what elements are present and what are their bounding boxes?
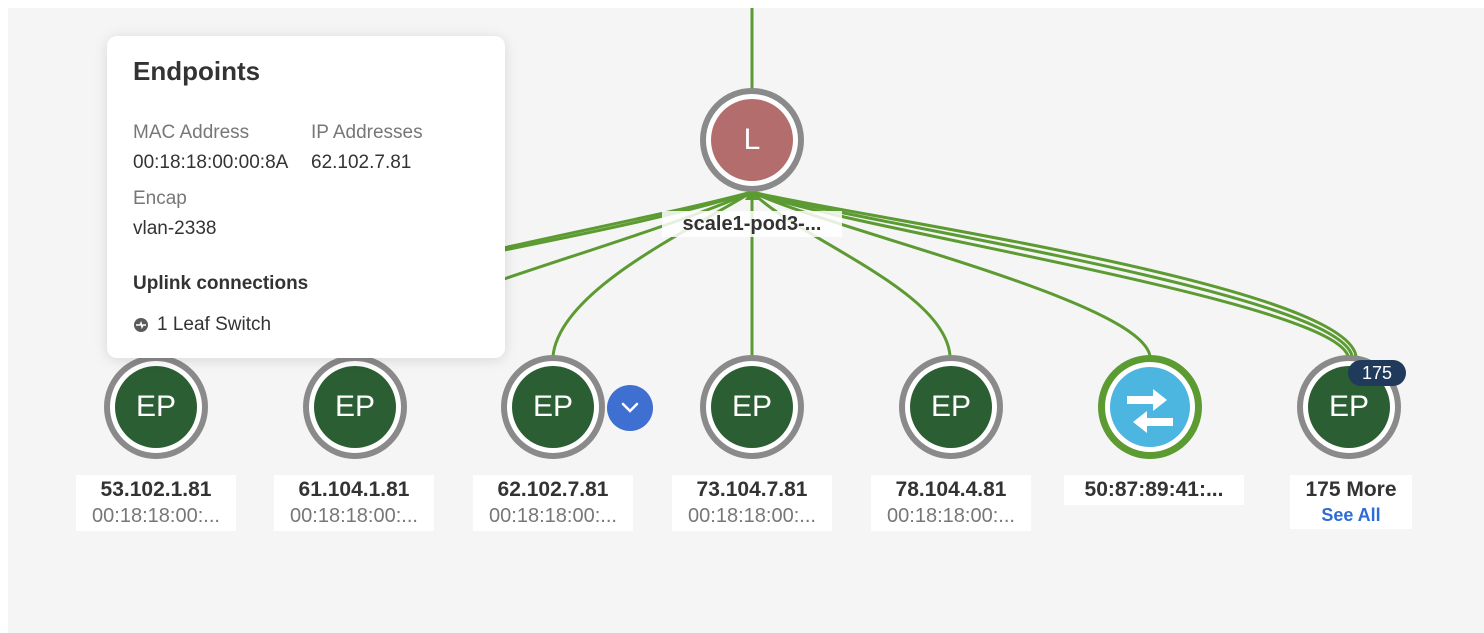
switch-mac: 50:87:89:41:... bbox=[1084, 478, 1224, 501]
encap-value: vlan-2338 bbox=[133, 218, 217, 239]
endpoint-mac: 00:18:18:00:... bbox=[290, 505, 418, 527]
leaf-node[interactable]: L bbox=[700, 88, 804, 192]
switch-node[interactable] bbox=[1098, 355, 1202, 459]
endpoint-mac: 00:18:18:00:... bbox=[489, 505, 617, 527]
endpoint-tooltip: Endpoints MAC Address IP Addresses 00:18… bbox=[107, 36, 505, 358]
mac-address-value: 00:18:18:00:00:8A bbox=[133, 152, 289, 173]
endpoint-ip: 78.104.4.81 bbox=[895, 478, 1007, 501]
endpoint-glyph: EP bbox=[910, 366, 992, 448]
count-badge: 175 bbox=[1348, 360, 1406, 386]
endpoint-ip: 61.104.1.81 bbox=[298, 478, 410, 501]
switch-label[interactable]: 50:87:89:41:... bbox=[1064, 475, 1244, 505]
endpoint-node[interactable]: EP bbox=[700, 355, 804, 459]
uplink-connection-row: 1 Leaf Switch bbox=[133, 314, 271, 336]
endpoint-ip: 62.102.7.81 bbox=[497, 478, 609, 501]
endpoint-label[interactable]: 62.102.7.81 00:18:18:00:... bbox=[473, 475, 633, 531]
more-count-label: 175 More bbox=[1305, 478, 1397, 501]
ip-address-value: 62.102.7.81 bbox=[311, 152, 412, 173]
endpoint-node[interactable]: EP bbox=[303, 355, 407, 459]
endpoint-ip: 73.104.7.81 bbox=[696, 478, 808, 501]
endpoint-mac: 00:18:18:00:... bbox=[887, 505, 1015, 527]
expand-button[interactable] bbox=[607, 385, 653, 431]
ip-addresses-label: IP Addresses bbox=[311, 122, 423, 143]
switch-node-core bbox=[1110, 367, 1190, 447]
endpoint-ip: 53.102.1.81 bbox=[100, 478, 212, 501]
endpoint-glyph: EP bbox=[314, 366, 396, 448]
leaf-node-letter: L bbox=[711, 99, 793, 181]
mac-address-label: MAC Address bbox=[133, 122, 250, 143]
endpoint-glyph: EP bbox=[115, 366, 197, 448]
see-all-link[interactable]: See All bbox=[1294, 503, 1408, 527]
chevron-down-icon bbox=[621, 402, 639, 413]
uplink-connections-title: Uplink connections bbox=[133, 273, 309, 294]
endpoint-node[interactable]: EP bbox=[899, 355, 1003, 459]
switch-arrows-icon bbox=[1127, 389, 1173, 433]
tooltip-title: Endpoints bbox=[133, 56, 261, 86]
endpoint-label[interactable]: 78.104.4.81 00:18:18:00:... bbox=[871, 475, 1031, 531]
more-label: 175 More See All bbox=[1290, 475, 1412, 529]
endpoint-glyph: EP bbox=[711, 366, 793, 448]
leaf-switch-icon bbox=[134, 318, 148, 332]
endpoint-node[interactable]: EP bbox=[104, 355, 208, 459]
endpoint-glyph: EP bbox=[512, 366, 594, 448]
leaf-node-label[interactable]: scale1-pod3-... bbox=[662, 211, 842, 237]
endpoint-label[interactable]: 73.104.7.81 00:18:18:00:... bbox=[672, 475, 832, 531]
encap-label: Encap bbox=[133, 188, 187, 209]
endpoint-label[interactable]: 61.104.1.81 00:18:18:00:... bbox=[274, 475, 434, 531]
endpoint-node[interactable]: EP bbox=[501, 355, 605, 459]
endpoint-mac: 00:18:18:00:... bbox=[688, 505, 816, 527]
uplink-connection-value: 1 Leaf Switch bbox=[157, 314, 272, 335]
endpoint-label[interactable]: 53.102.1.81 00:18:18:00:... bbox=[76, 475, 236, 531]
endpoint-mac: 00:18:18:00:... bbox=[92, 505, 220, 527]
